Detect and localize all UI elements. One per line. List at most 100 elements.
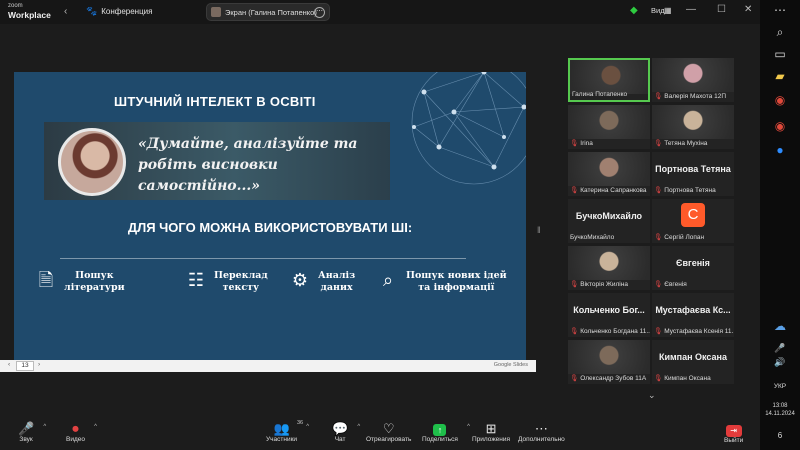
participant-tile[interactable]: Галина Потапенко <box>568 58 650 102</box>
more-button[interactable]: ⋯ Дополнительно <box>518 421 565 444</box>
participant-tile[interactable]: Кольченко Бог... 🎙 Кольченко Богдана 11... <box>568 293 650 337</box>
slide-divider <box>60 258 466 259</box>
more-options-icon[interactable]: ⋯ <box>314 7 325 18</box>
participant-tile[interactable]: 🎙 Вікторія Жиліна <box>568 246 650 290</box>
participant-name-label: 🎙 Кимпан Оксана <box>654 374 711 383</box>
participant-tile[interactable]: БучкоМихайло БучкоМихайло <box>568 199 650 243</box>
video-off-icon: ⏺ <box>72 421 79 436</box>
react-button[interactable]: ♡ Отреагировать <box>366 422 411 444</box>
participant-tile[interactable]: 🎙 Валерія Махота 12П <box>652 58 734 102</box>
video-button[interactable]: ⏺ Видео ^ <box>66 421 97 444</box>
more-label: Дополнительно <box>518 436 565 443</box>
microphone-muted-icon: 🎙 <box>654 234 663 241</box>
zoom-window: zoom Workplace ‹ 🐾 Конференция Экран (Га… <box>0 0 800 450</box>
participant-tile[interactable]: 🎙 Тетяна Мухіна <box>652 105 734 149</box>
shared-screen: ШТУЧНИЙ ІНТЕЛЕКТ В ОСВІТІ «Думайте, анал… <box>0 70 536 372</box>
cloud-icon[interactable]: ☁ <box>772 318 788 334</box>
participant-name-label: 🎙 Євгенія <box>654 280 687 289</box>
audio-label: Звук <box>19 436 33 443</box>
microphone-muted-icon: 🎤 <box>18 421 35 436</box>
grid-icon[interactable]: ▦ <box>664 6 672 15</box>
feature-label: Пошук <box>75 270 114 281</box>
chevron-up-icon[interactable]: ^ <box>357 424 360 430</box>
apps-button[interactable]: ⊞ Приложения <box>472 421 510 444</box>
participant-tile[interactable]: Мустафаєва Кс... 🎙 Мустафаєва Ксенія 11... <box>652 293 734 337</box>
zoom-app-icon[interactable]: ● <box>772 142 788 158</box>
share-screen-button[interactable]: ↑ Поделиться ^ <box>422 422 470 443</box>
view-button[interactable]: Вид <box>651 6 665 15</box>
participant-name: Євгенія <box>664 280 687 288</box>
microphone-muted-icon: 🎙 <box>570 281 579 288</box>
microphone-muted-icon: 🎙 <box>570 375 579 382</box>
feature-data-analysis: ⚙ Аналіз даних <box>290 270 355 294</box>
feature-literature-search: 🗎 Пошук літератури <box>36 270 125 294</box>
participant-tile[interactable]: Кимпан Оксана 🎙 Кимпан Оксана <box>652 340 734 384</box>
participant-tile[interactable]: 🎙 Олександр Зубов 11А <box>568 340 650 384</box>
sharer-avatar <box>211 7 221 17</box>
participant-tile[interactable]: 🎙 Irina <box>568 105 650 149</box>
leave-button[interactable]: ⇥ Выйти <box>724 422 743 444</box>
participant-video <box>570 60 648 94</box>
slide-page-number[interactable]: 13 <box>16 361 34 371</box>
resize-handle-icon[interactable]: ‖ <box>537 225 541 239</box>
meeting-info-button[interactable]: 🐾 Конференция <box>86 6 152 17</box>
feature-label: Переклад <box>214 270 268 281</box>
participant-display-name: Кольченко Бог... <box>573 305 645 315</box>
leave-label: Выйти <box>724 437 744 444</box>
search-icon[interactable]: ⌕ <box>772 24 788 40</box>
participant-name: Сергій Лопан <box>664 233 705 241</box>
chevron-up-icon[interactable]: ^ <box>467 424 470 430</box>
chevron-up-icon[interactable]: ^ <box>94 424 97 430</box>
apps-icon: ⊞ <box>485 421 497 436</box>
language-indicator[interactable]: УКР <box>760 383 800 390</box>
maximize-icon[interactable]: ☐ <box>717 4 726 15</box>
volume-icon[interactable]: 🔊 <box>772 354 788 370</box>
zoom-logo: zoom Workplace <box>8 2 51 20</box>
task-view-icon[interactable]: ▭ <box>772 46 788 62</box>
participant-name: Олександр Зубов 11А <box>580 374 647 382</box>
participant-name-label: 🎙 Мустафаєва Ксенія 11... <box>654 327 734 336</box>
participant-name-label: 🎙 Катерина Сапранкова <box>570 186 647 195</box>
checklist-icon: ☷ <box>187 270 205 290</box>
participant-name: Кимпан Оксана <box>664 374 711 382</box>
ellipsis-icon[interactable]: ⋯ <box>772 2 788 18</box>
microphone-muted-icon: 🎙 <box>654 328 663 335</box>
chrome-icon[interactable]: ◉ <box>772 118 788 134</box>
chevron-left-icon[interactable]: ‹ <box>64 6 67 17</box>
participant-name: Кольченко Богдана 11... <box>580 327 650 335</box>
microphone-muted-icon: 🎙 <box>654 281 663 288</box>
feature-ideas-search: ⌕ Пошук нових ідей та інформації <box>378 270 507 294</box>
screen-share-indicator[interactable]: Экран (Галина Потапенко) ⋯ <box>206 3 330 21</box>
prev-slide-icon[interactable]: ‹ <box>8 361 10 368</box>
chevron-up-icon[interactable]: ^ <box>43 424 46 430</box>
document-icon: 🗎 <box>38 270 54 290</box>
participants-button[interactable]: 👥 Участники 36 ^ <box>266 420 309 443</box>
participant-tile[interactable]: 🎙 Катерина Сапранкова <box>568 152 650 196</box>
participant-avatar: С <box>681 203 705 227</box>
chat-button[interactable]: 💬 Чат ^ <box>332 422 360 444</box>
chrome-icon[interactable]: ◉ <box>772 92 788 108</box>
chevron-down-icon[interactable]: ⌄ <box>648 390 656 401</box>
more-icon: ⋯ <box>534 421 548 436</box>
participant-name: Катерина Сапранкова <box>580 186 647 194</box>
audio-button[interactable]: 🎤 Звук ^ <box>18 421 46 444</box>
head-gear-icon: ⚙ <box>291 270 309 290</box>
clock-time: 13:08 <box>772 403 788 409</box>
notifications-icon[interactable]: 6 <box>772 428 788 444</box>
participant-tile[interactable]: С 🎙 Сергій Лопан <box>652 199 734 243</box>
chevron-up-icon[interactable]: ^ <box>306 424 309 430</box>
participant-name-label: 🎙 Валерія Махота 12П <box>654 92 726 101</box>
file-explorer-icon[interactable]: ▰ <box>772 68 788 84</box>
participant-name: Валерія Махота 12П <box>664 92 726 100</box>
participant-video <box>652 105 734 139</box>
minimize-icon[interactable]: — <box>686 4 696 15</box>
clock[interactable]: 13:08 14.11.2024 <box>760 402 800 418</box>
participant-name-label: Галина Потапенко <box>572 91 627 98</box>
feature-label: та інформації <box>418 282 495 293</box>
paw-icon: 🐾 <box>86 6 98 16</box>
close-icon[interactable]: ✕ <box>744 4 752 15</box>
next-slide-icon[interactable]: › <box>38 361 40 368</box>
participant-tile[interactable]: Портнова Тетяна 🎙 Портнова Тетяна <box>652 152 734 196</box>
participant-tile[interactable]: Євгенія 🎙 Євгенія <box>652 246 734 290</box>
security-shield-icon[interactable]: ◆ <box>630 5 641 17</box>
